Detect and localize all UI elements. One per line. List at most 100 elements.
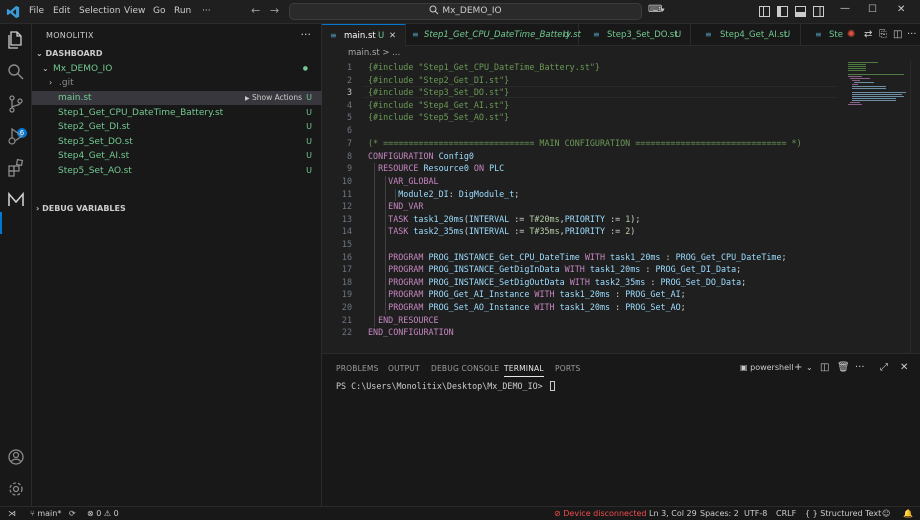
editor-scrollbar[interactable] bbox=[910, 60, 920, 353]
more-actions-icon[interactable]: ··· bbox=[907, 29, 917, 40]
maximize-icon[interactable]: ☐ bbox=[868, 4, 877, 15]
line-number: 22 bbox=[341, 327, 352, 337]
tab-step3[interactable]: ≡ Step3_Set_DO.st U bbox=[579, 24, 691, 46]
compare-icon[interactable]: ⎘ bbox=[879, 29, 887, 40]
tree-file-main[interactable]: main.st ▶ Show Actions U bbox=[32, 91, 322, 105]
bug-icon[interactable]: ✺ bbox=[847, 29, 855, 40]
tab-step5-partial[interactable]: ≡ Ste bbox=[801, 24, 845, 46]
end-of-line[interactable]: CRLF bbox=[776, 507, 796, 520]
close-window-icon[interactable]: ✕ bbox=[897, 4, 905, 15]
explorer-icon[interactable] bbox=[6, 30, 26, 50]
settings-gear-icon[interactable] bbox=[6, 479, 26, 499]
extensions-icon[interactable] bbox=[6, 158, 26, 178]
code-line: END_VAR bbox=[388, 201, 424, 211]
tab-terminal[interactable]: TERMINAL bbox=[504, 364, 544, 377]
code-line: PROGRAM PROG_Set_AO_Instance WITH task1_… bbox=[388, 302, 686, 312]
copilot-status-icon[interactable]: ☺ bbox=[882, 507, 890, 520]
terminal-cursor bbox=[549, 381, 555, 391]
cursor-position[interactable]: Ln 3, Col 29 bbox=[649, 507, 697, 520]
indentation[interactable]: Spaces: 2 bbox=[700, 507, 739, 520]
breadcrumb[interactable]: main.st > ... bbox=[322, 46, 920, 60]
tab-output[interactable]: OUTPUT bbox=[388, 364, 420, 373]
toggle-panel-icon[interactable] bbox=[795, 6, 806, 17]
layout-icon[interactable] bbox=[759, 6, 770, 17]
language-mode[interactable]: { } Structured Text bbox=[805, 507, 881, 520]
device-status[interactable]: ⊘ Device disconnected bbox=[554, 507, 647, 520]
tab-problems[interactable]: PROBLEMS bbox=[336, 364, 379, 373]
line-number: 2 bbox=[346, 75, 352, 85]
minimize-icon[interactable]: — bbox=[840, 3, 850, 14]
code-line: END_RESOURCE bbox=[378, 315, 439, 325]
menu-edit[interactable]: Edit bbox=[53, 6, 70, 16]
notifications-bell-icon[interactable]: 🔔 bbox=[903, 507, 913, 520]
chevron-down-icon[interactable]: ⌄ bbox=[806, 363, 813, 372]
tree-file-step2[interactable]: Step2_Get_DI.st U bbox=[32, 120, 322, 134]
file-label: Step5_Set_AO.st bbox=[58, 166, 132, 176]
more-actions-icon[interactable]: ··· bbox=[855, 362, 865, 373]
trash-icon[interactable]: 🗑 bbox=[837, 362, 850, 373]
close-tab-icon[interactable]: ✕ bbox=[389, 25, 396, 47]
code-line: {#include "Step3_Set_DO.st"} bbox=[368, 87, 510, 97]
problems-indicator[interactable]: ⊗ 0 ⚠ 0 bbox=[87, 507, 119, 520]
chevron-down-icon: ⌄ bbox=[36, 49, 43, 58]
menu-view[interactable]: View bbox=[124, 6, 145, 16]
command-center-search[interactable]: Mx_DEMO_IO bbox=[289, 3, 642, 20]
tab-step1[interactable]: ≡ Step1_Get_CPU_DateTime_Battery.st U bbox=[406, 24, 581, 46]
line-number: 7 bbox=[346, 138, 352, 148]
account-icon[interactable] bbox=[6, 447, 26, 467]
encoding[interactable]: UTF-8 bbox=[744, 507, 767, 520]
line-number: 19 bbox=[341, 289, 352, 299]
terminal-prompt[interactable]: PS C:\Users\Monolitix\Desktop\Mx_DEMO_IO… bbox=[336, 381, 555, 391]
line-number: 16 bbox=[341, 252, 352, 262]
split-editor-icon[interactable]: ◫ bbox=[893, 29, 902, 40]
forward-arrow-icon[interactable]: → bbox=[270, 4, 279, 17]
tree-file-step4[interactable]: Step4_Get_AI.st U bbox=[32, 149, 322, 163]
menu-selection[interactable]: Selection bbox=[79, 6, 120, 16]
tree-folder-root[interactable]: ⌄ Mx_DEMO_IO ● bbox=[32, 62, 322, 76]
back-arrow-icon[interactable]: ← bbox=[251, 4, 260, 17]
line-number: 13 bbox=[341, 214, 352, 224]
file-type-icon: ≡ bbox=[593, 30, 600, 39]
branch-indicator[interactable]: ⑂ main* bbox=[30, 507, 61, 520]
tab-ports[interactable]: PORTS bbox=[555, 364, 580, 373]
menu-file[interactable]: File bbox=[29, 6, 44, 16]
toggle-secondary-sidebar-icon[interactable] bbox=[813, 6, 824, 17]
code-editor[interactable]: 1 2 3 4 5 6 7 8 9 10 11 12 13 14 15 16 17 18 19 20 21 22 {#in… bbox=[322, 60, 920, 353]
chevron-down-icon[interactable]: ▾ bbox=[661, 6, 665, 14]
debug-variables-section-header[interactable]: › DEBUG VARIABLES bbox=[36, 204, 126, 213]
tab-debug-console[interactable]: DEBUG CONSOLE bbox=[431, 364, 499, 373]
minimap[interactable] bbox=[846, 60, 910, 120]
tree-file-step3[interactable]: Step3_Set_DO.st U bbox=[32, 135, 322, 149]
terminal-shell-selector[interactable]: ▣ powershell bbox=[740, 363, 793, 372]
open-changes-icon[interactable]: ⇄ bbox=[864, 29, 872, 40]
close-panel-icon[interactable]: ✕ bbox=[900, 362, 908, 373]
dashboard-section-header[interactable]: ⌄ DASHBOARD bbox=[36, 49, 102, 58]
maximize-panel-icon[interactable]: ⤢ bbox=[880, 362, 888, 373]
tab-main[interactable]: ≡ main.st U ✕ bbox=[322, 24, 406, 46]
file-type-icon: ≡ bbox=[815, 30, 822, 39]
remote-icon[interactable]: ⋊ bbox=[0, 507, 24, 520]
new-terminal-icon[interactable]: + bbox=[794, 362, 802, 373]
sync-icon[interactable]: ⟳ bbox=[69, 507, 76, 520]
menu-go[interactable]: Go bbox=[153, 6, 165, 16]
line-number: 21 bbox=[341, 315, 352, 325]
search-sidebar-icon[interactable] bbox=[6, 62, 26, 82]
tree-folder-git[interactable]: › .git bbox=[32, 76, 322, 90]
code-line: PROGRAM PROG_INSTANCE_GetDigInData WITH … bbox=[388, 264, 742, 274]
show-actions-button[interactable]: ▶ Show Actions bbox=[245, 91, 302, 106]
file-status: U bbox=[306, 137, 312, 146]
run-debug-icon[interactable] bbox=[6, 126, 26, 146]
menu-more[interactable]: ··· bbox=[202, 6, 211, 16]
source-control-icon[interactable] bbox=[6, 94, 26, 114]
terminal-icon: ▣ bbox=[740, 363, 748, 372]
tab-step4[interactable]: ≡ Step4_Get_AI.st U bbox=[691, 24, 801, 46]
tree-file-step1[interactable]: Step1_Get_CPU_DateTime_Battery.st U bbox=[32, 106, 322, 120]
git-branch-icon: ⑂ bbox=[30, 509, 35, 518]
more-actions-icon[interactable]: ··· bbox=[301, 28, 312, 41]
tree-file-step5[interactable]: Step5_Set_AO.st U bbox=[32, 164, 322, 178]
menu-run[interactable]: Run bbox=[174, 6, 191, 16]
monolitix-icon[interactable] bbox=[6, 190, 26, 210]
file-label: Step4_Get_AI.st bbox=[58, 151, 130, 161]
split-terminal-icon[interactable]: ◫ bbox=[820, 362, 829, 373]
toggle-sidebar-icon[interactable] bbox=[777, 6, 788, 17]
